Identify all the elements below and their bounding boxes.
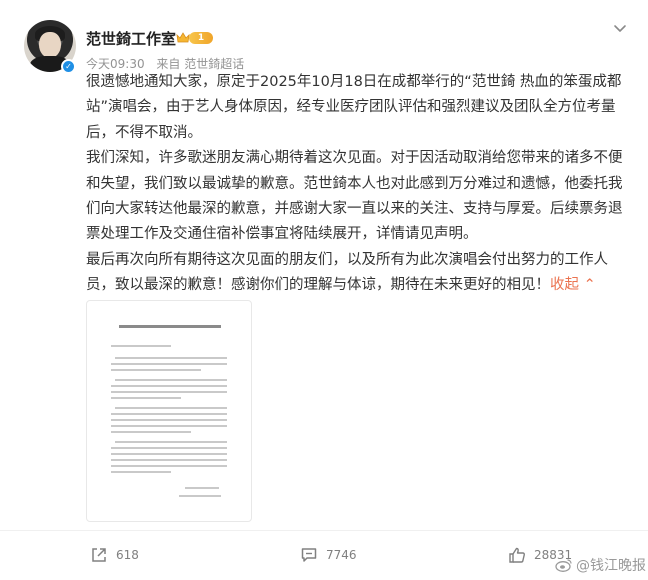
comment-count: 7746: [326, 548, 357, 562]
statement-document: [105, 315, 235, 511]
weibo-post-card: ✓ 范世錡工作室 1 今天09:30 来自 范世錡超话 很遗憾地通知大家，原定于…: [0, 0, 648, 580]
action-bar: 618 7746 28831: [0, 530, 648, 578]
verified-icon: ✓: [61, 59, 76, 74]
like-icon: [509, 547, 525, 563]
watermark-text: @钱江晚报: [576, 558, 646, 574]
comment-button[interactable]: 7746: [300, 545, 357, 565]
chevron-down-icon[interactable]: [612, 20, 628, 36]
author-name[interactable]: 范世錡工作室: [86, 28, 176, 49]
post-paragraph: 我们深知，许多歌迷朋友满心期待着这次见面。对于因活动取消给您带来的诸多不便和失望…: [86, 150, 623, 243]
crown-icon: [176, 32, 190, 43]
weibo-logo-icon: [555, 559, 572, 572]
member-badge[interactable]: 1: [176, 30, 214, 46]
source-watermark: @钱江晚报: [555, 555, 646, 575]
post-time[interactable]: 今天09:30: [86, 57, 145, 71]
collapse-link[interactable]: 收起 ⌃: [550, 277, 596, 293]
comment-icon: [301, 548, 317, 562]
post-source[interactable]: 来自 范世錡超话: [156, 57, 244, 71]
post-paragraph: 最后再次向所有期待这次见面的朋友们，以及所有为此次演唱会付出努力的工作人员，致以…: [86, 251, 608, 294]
repost-count: 618: [116, 548, 139, 562]
post-content: 很遗憾地通知大家，原定于2025年10月18日在成都举行的“范世錡 热血的笨蛋成…: [86, 70, 626, 299]
post-paragraph: 很遗憾地通知大家，原定于2025年10月18日在成都举行的“范世錡 热血的笨蛋成…: [86, 74, 622, 141]
repost-icon: [92, 548, 106, 562]
member-level: 1: [189, 32, 213, 44]
statement-image[interactable]: [86, 300, 252, 522]
repost-button[interactable]: 618: [90, 545, 139, 565]
chevron-up-icon: ⌃: [583, 277, 596, 294]
